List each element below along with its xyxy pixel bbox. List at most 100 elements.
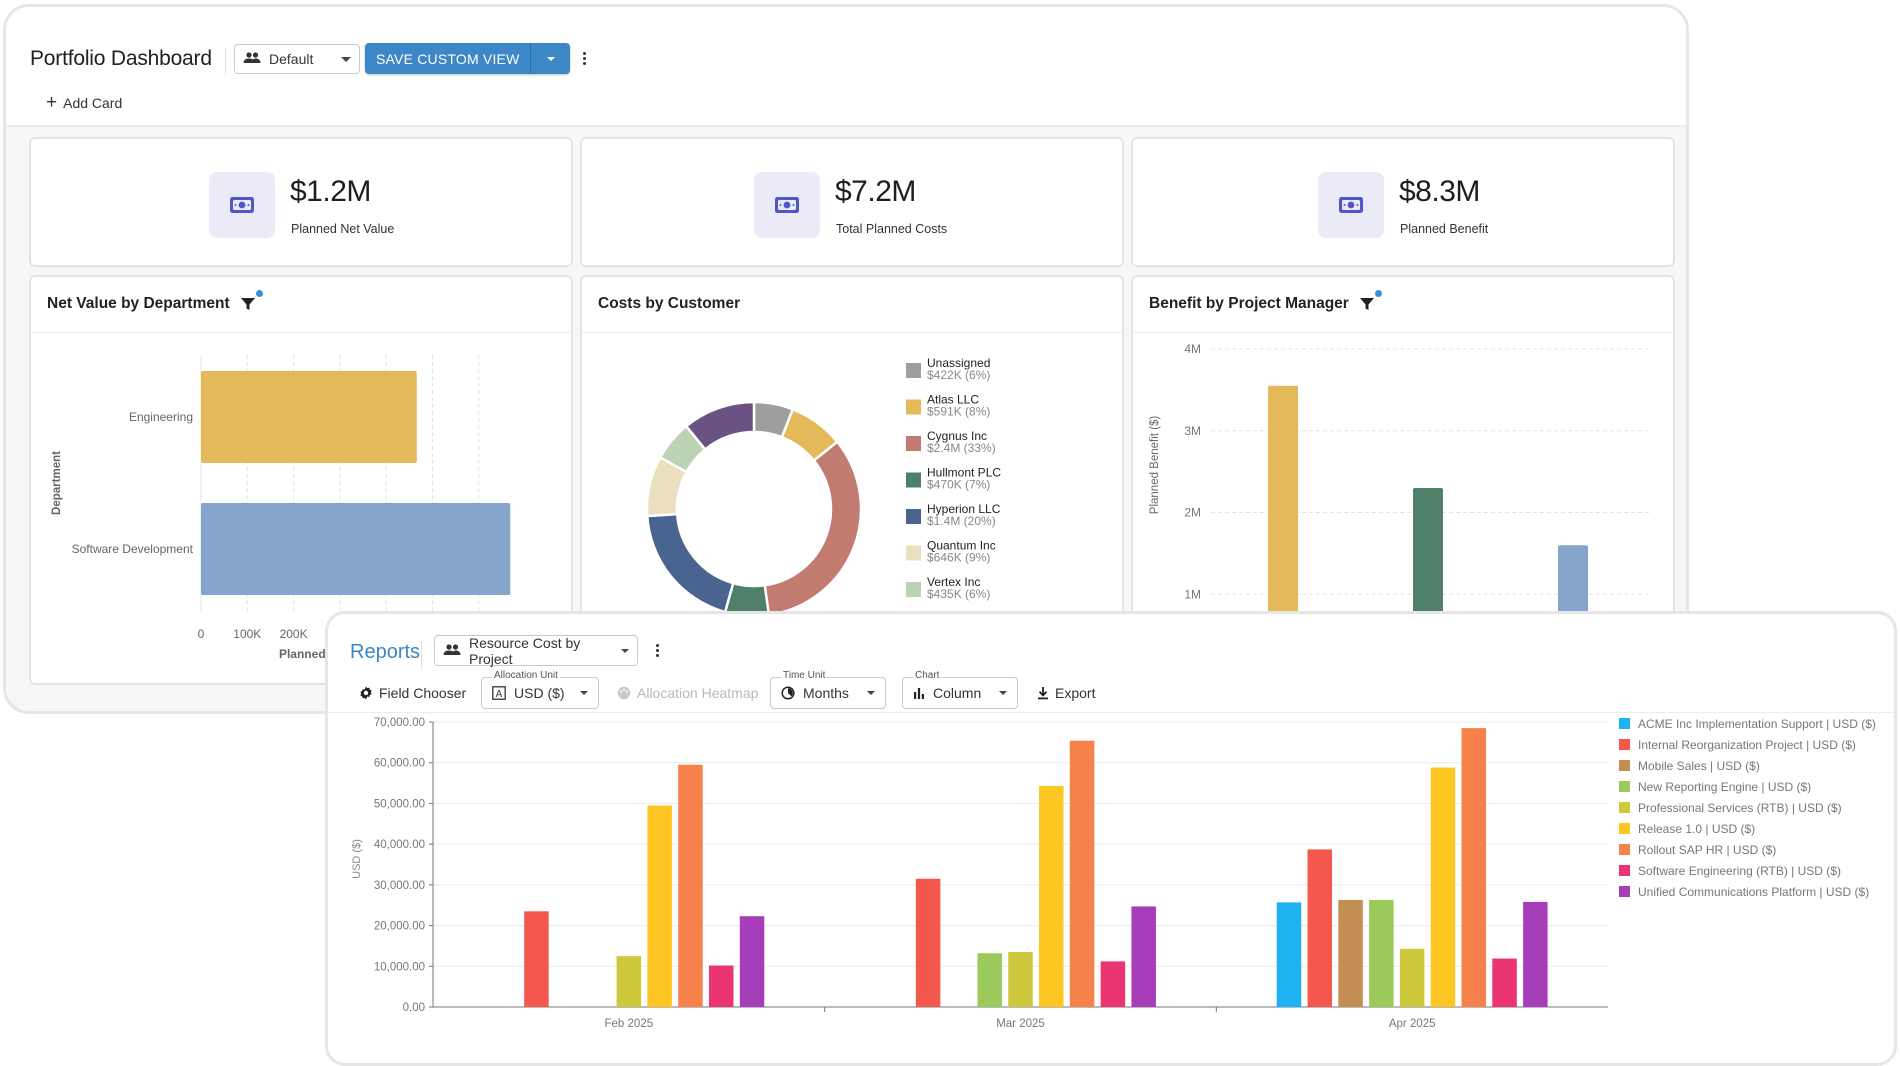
y-tick-label: 0.00 [403, 1002, 425, 1014]
allocation-unit-label: Allocation Unit [492, 670, 560, 681]
export-button[interactable]: Export [1037, 685, 1095, 701]
filter-active-dot [255, 290, 263, 297]
x-tick-label: 100K [233, 627, 261, 641]
legend-swatch [1619, 844, 1630, 855]
people-icon [443, 643, 461, 659]
y-tick-label: 70,000.00 [374, 717, 425, 729]
filter-active-dot [1374, 290, 1382, 297]
legend-swatch [906, 472, 921, 488]
legend-swatch [1619, 823, 1630, 834]
money-icon-box [1318, 172, 1384, 238]
legend-value: $646K (9%) [927, 551, 990, 565]
page-title: Portfolio Dashboard [30, 47, 212, 70]
column-bar [1069, 740, 1095, 1007]
clock-icon [781, 686, 795, 700]
category-label: Software Development [72, 542, 194, 556]
column-bar [708, 965, 734, 1007]
field-chooser-label: Field Chooser [379, 685, 467, 701]
time-unit-select[interactable]: Time Unit Months [770, 670, 886, 709]
kpi-label: Total Planned Costs [836, 222, 948, 236]
column-bar [977, 953, 1002, 1007]
money-icon-box [209, 172, 275, 238]
chart-type-label: Chart [913, 670, 942, 681]
legend-value: $435K (6%) [927, 587, 990, 601]
chart-type-select[interactable]: Chart Column [902, 670, 1018, 709]
save-custom-view-button[interactable]: SAVE CUSTOM VIEW [365, 43, 530, 74]
column-bar [1492, 958, 1517, 1007]
more-options-icon[interactable] [579, 52, 589, 65]
bar [201, 503, 511, 595]
column-bar [1369, 899, 1394, 1007]
legend-swatch [1619, 739, 1630, 750]
kpi-label: Planned Net Value [291, 222, 395, 236]
column-bar [1039, 785, 1064, 1007]
legend-label: Release 1.0 | USD ($) [1638, 822, 1755, 836]
plus-icon: + [46, 92, 58, 113]
y-tick-label: 2M [1184, 506, 1201, 520]
column-bar [678, 764, 703, 1007]
allocation-heatmap-button[interactable]: Allocation Heatmap [617, 685, 758, 701]
filter-button[interactable] [240, 290, 263, 312]
card-title-text: Net Value by Department [47, 295, 230, 312]
portfolio-dashboard-window: Portfolio Dashboard Default SAVE CUSTOM … [3, 4, 1689, 714]
bar [201, 371, 417, 463]
legend-swatch [906, 545, 921, 561]
legend-swatch [1619, 781, 1630, 792]
divider [421, 641, 422, 669]
allocation-unit-select[interactable]: Allocation Unit A USD ($) [481, 670, 599, 709]
filter-icon [240, 298, 255, 310]
y-tick-label: 40,000.00 [374, 839, 425, 851]
kpi-card-total-planned-costs: $7.2M Total Planned Costs [580, 137, 1124, 267]
legend-value: $2.4M (33%) [927, 441, 996, 455]
legend-label: New Reporting Engine | USD ($) [1638, 780, 1811, 794]
time-unit-value: Months [803, 685, 849, 701]
column-bar [1461, 728, 1487, 1007]
legend-swatch [1619, 865, 1630, 876]
view-select[interactable]: Default [234, 44, 360, 74]
kpi-value: $8.3M [1399, 175, 1480, 208]
field-chooser-button[interactable]: Field Chooser [359, 685, 466, 701]
legend-label: Rollout SAP HR | USD ($) [1638, 843, 1776, 857]
legend-swatch [1619, 802, 1630, 813]
money-icon [775, 197, 799, 213]
add-card-label: Add Card [63, 95, 123, 111]
resource-cost-column-chart: 0.00 10,000.00 20,000.00 30,000.00 40,000.00… [351, 717, 1876, 1030]
x-tick-label: Mar 2025 [996, 1018, 1045, 1030]
legend-swatch [906, 582, 921, 597]
download-icon [1038, 687, 1048, 700]
column-bar [915, 878, 941, 1007]
y-tick-label: 60,000.00 [374, 758, 425, 770]
card-title: Costs by Customer [598, 295, 740, 313]
column-bar [1131, 906, 1156, 1007]
donut-slice [645, 512, 735, 614]
report-view-value: Resource Cost by Project [469, 634, 581, 667]
chart-type-value: Column [933, 685, 982, 701]
x-tick-label: 0 [198, 627, 205, 641]
card-title: Net Value by Department [47, 290, 263, 313]
legend-label: ACME Inc Implementation Support | USD ($… [1638, 717, 1876, 731]
legend-label: Internal Reorganization Project | USD ($… [1638, 738, 1856, 752]
y-tick-label: 20,000.00 [374, 921, 425, 933]
kpi-card-planned-benefit: $8.3M Planned Benefit [1131, 137, 1675, 267]
x-tick-label: Feb 2025 [605, 1018, 654, 1030]
y-tick-label: 30,000.00 [374, 880, 425, 892]
y-tick-label: 4M [1184, 342, 1201, 356]
add-card-button[interactable]: + Add Card [46, 92, 123, 113]
money-icon [230, 197, 254, 213]
filter-button[interactable] [1359, 290, 1382, 312]
dashboard-header: Portfolio Dashboard Default SAVE CUSTOM … [6, 7, 1686, 127]
card-title-text: Costs by Customer [598, 295, 741, 312]
column-bar [1338, 899, 1363, 1007]
chevron-down-icon [999, 691, 1007, 695]
legend-swatch [1619, 718, 1630, 729]
view-select-value: Default [269, 51, 314, 67]
divider [225, 47, 226, 75]
legend-value: $591K (8%) [927, 405, 990, 419]
column-bar [1523, 901, 1548, 1007]
save-options-dropdown-button[interactable] [530, 43, 570, 74]
legend-swatch [906, 399, 921, 415]
report-more-options-icon[interactable] [652, 644, 662, 657]
legend-swatch [1619, 886, 1630, 897]
y-axis-title: Department [51, 451, 63, 515]
report-view-select[interactable]: Resource Cost by Project [434, 634, 638, 667]
